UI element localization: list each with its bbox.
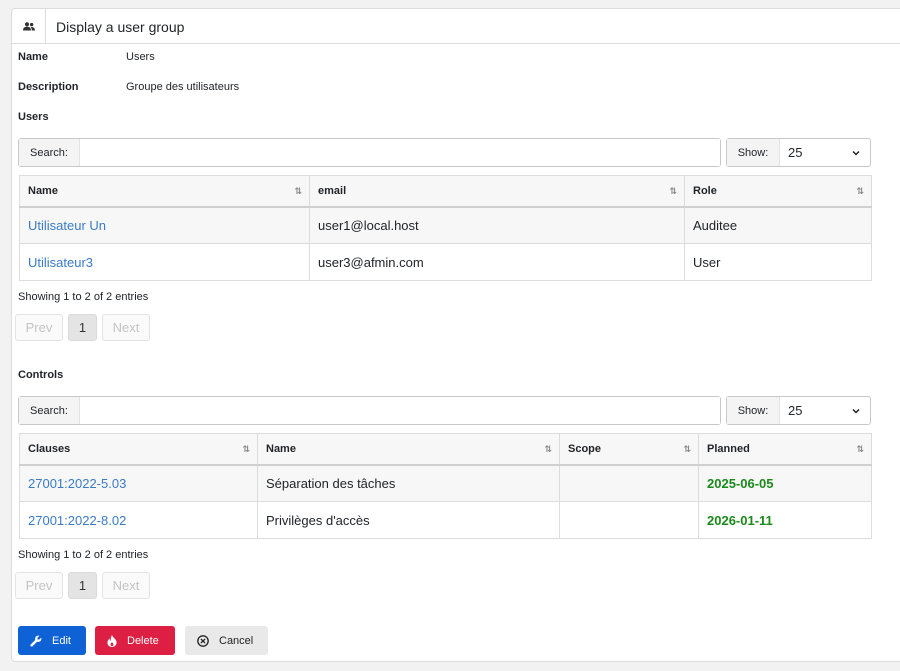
users-search: Search: — [18, 138, 721, 167]
table-row: 27001:2022-8.02 Privilèges d'accès 2026-… — [19, 501, 872, 539]
user-name-cell: Utilisateur3 — [19, 243, 310, 281]
table-row: Utilisateur Un user1@local.host Auditee — [19, 206, 872, 244]
controls-page-size-select[interactable]: 25 — [780, 397, 870, 424]
users-pagination: Prev 1 Next — [15, 314, 150, 341]
control-scope-cell — [559, 464, 699, 502]
next-page-button[interactable]: Next — [102, 314, 150, 341]
control-clause-link[interactable]: 27001:2022-8.02 — [28, 513, 126, 528]
users-table: Name ⇅ email ⇅ Role ⇅ Utilisateur Un user1@… — [19, 175, 872, 281]
close-circle-icon — [197, 634, 209, 647]
sort-icon: ⇅ — [669, 186, 677, 196]
wrench-icon — [30, 635, 42, 647]
page-1-button[interactable]: 1 — [68, 572, 97, 599]
sort-icon: ⇅ — [544, 444, 552, 454]
sort-icon: ⇅ — [242, 444, 250, 454]
delete-button[interactable]: Delete — [95, 626, 175, 655]
sort-icon: ⇅ — [294, 186, 302, 196]
users-show-label: Show: — [727, 139, 780, 166]
fire-icon — [107, 634, 117, 647]
controls-search: Search: — [18, 396, 721, 425]
page-title: Display a user group — [56, 19, 185, 35]
edit-button-label: Edit — [52, 634, 71, 647]
users-page-size: Show: 25 — [726, 138, 871, 167]
column-header-name[interactable]: Name ⇅ — [19, 175, 310, 208]
card-header: Display a user group — [12, 9, 900, 44]
description-value: Groupe des utilisateurs — [126, 81, 240, 93]
control-scope-cell — [559, 501, 699, 539]
user-email-cell: user3@afmin.com — [309, 243, 685, 281]
users-page-size-select[interactable]: 25 — [780, 139, 870, 166]
chevron-down-icon — [852, 408, 860, 414]
description-label: Description — [18, 81, 79, 93]
page-1-button[interactable]: 1 — [68, 314, 97, 341]
users-icon — [22, 21, 35, 30]
user-email-cell: user1@local.host — [309, 206, 685, 244]
prev-page-button[interactable]: Prev — [15, 572, 63, 599]
control-planned-cell: 2025-06-05 — [698, 464, 872, 502]
planned-date: 2025-06-05 — [707, 475, 774, 491]
control-planned-cell: 2026-01-11 — [698, 501, 872, 539]
prev-page-button[interactable]: Prev — [15, 314, 63, 341]
users-search-label: Search: — [19, 139, 80, 166]
cancel-button[interactable]: Cancel — [185, 626, 268, 655]
cancel-button-label: Cancel — [219, 634, 254, 647]
user-role-cell: User — [684, 243, 872, 281]
user-link[interactable]: Utilisateur3 — [28, 255, 93, 270]
chevron-down-icon — [852, 150, 860, 156]
table-row: Utilisateur3 user3@afmin.com User — [19, 243, 872, 281]
name-label: Name — [18, 51, 48, 63]
controls-pagination: Prev 1 Next — [15, 572, 150, 599]
column-header-clauses[interactable]: Clauses ⇅ — [19, 433, 258, 466]
delete-button-label: Delete — [127, 634, 159, 647]
user-link[interactable]: Utilisateur Un — [28, 218, 106, 233]
user-name-cell: Utilisateur Un — [19, 206, 310, 244]
user-role-cell: Auditee — [684, 206, 872, 244]
control-name-cell: Séparation des tâches — [257, 464, 560, 502]
users-page-size-value: 25 — [788, 145, 803, 160]
column-header-email[interactable]: email ⇅ — [309, 175, 685, 208]
next-page-button[interactable]: Next — [102, 572, 150, 599]
users-section-title: Users — [18, 111, 49, 123]
column-header-planned[interactable]: Planned ⇅ — [698, 433, 872, 466]
sort-icon: ⇅ — [856, 444, 864, 454]
users-table-info: Showing 1 to 2 of 2 entries — [18, 291, 149, 303]
controls-page-size-value: 25 — [788, 403, 803, 418]
controls-page-size: Show: 25 — [726, 396, 871, 425]
sort-icon: ⇅ — [856, 186, 864, 196]
users-search-input[interactable] — [80, 139, 720, 166]
control-clause-cell: 27001:2022-8.02 — [19, 501, 258, 539]
control-clause-cell: 27001:2022-5.03 — [19, 464, 258, 502]
controls-section-title: Controls — [18, 369, 64, 381]
controls-table-info: Showing 1 to 2 of 2 entries — [18, 549, 149, 561]
header-icon-box — [12, 9, 46, 43]
controls-table: Clauses ⇅ Name ⇅ Scope ⇅ Planned ⇅ 27001:202… — [19, 433, 872, 539]
controls-search-input[interactable] — [80, 397, 720, 424]
edit-button[interactable]: Edit — [18, 626, 86, 655]
column-header-scope[interactable]: Scope ⇅ — [559, 433, 699, 466]
table-row: 27001:2022-5.03 Séparation des tâches 20… — [19, 464, 872, 502]
column-header-name[interactable]: Name ⇅ — [257, 433, 560, 466]
column-header-role[interactable]: Role ⇅ — [684, 175, 872, 208]
controls-search-label: Search: — [19, 397, 80, 424]
sort-icon: ⇅ — [683, 444, 691, 454]
controls-show-label: Show: — [727, 397, 780, 424]
name-value: Users — [126, 51, 155, 63]
control-name-cell: Privilèges d'accès — [257, 501, 560, 539]
control-clause-link[interactable]: 27001:2022-5.03 — [28, 476, 126, 491]
planned-date: 2026-01-11 — [707, 512, 773, 528]
